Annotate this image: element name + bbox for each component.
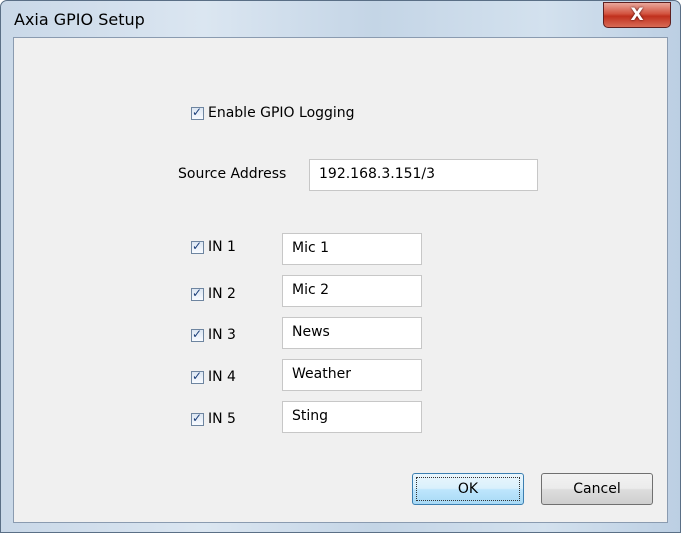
source-address-label: Source Address [178,166,287,182]
check-icon: ✓ [192,410,203,425]
dialog-window: Axia GPIO Setup X ✓ Enable GPIO Logging … [0,0,681,533]
title-bar[interactable]: Axia GPIO Setup X [1,1,680,37]
checkbox-box[interactable]: ✓ [191,368,204,384]
in1-name-input[interactable]: Mic 1 [282,233,422,265]
in4-label: IN 4 [208,369,236,385]
in4-name-input[interactable]: Weather [282,359,422,391]
in1-checkbox[interactable]: ✓ IN 1 [191,239,236,255]
in4-checkbox[interactable]: ✓ IN 4 [191,369,236,385]
check-icon: ✓ [192,238,203,253]
checkbox-box[interactable]: ✓ [191,326,204,342]
in2-label: IN 2 [208,286,236,302]
source-address-input[interactable]: 192.168.3.151/3 [309,159,538,191]
dialog-content: ✓ Enable GPIO Logging Source Address 192… [13,37,668,523]
in5-label: IN 5 [208,411,236,427]
in2-name-input[interactable]: Mic 2 [282,275,422,307]
check-icon: ✓ [192,326,203,341]
in5-checkbox[interactable]: ✓ IN 5 [191,411,236,427]
check-icon: ✓ [192,104,203,119]
in2-checkbox[interactable]: ✓ IN 2 [191,286,236,302]
in3-checkbox[interactable]: ✓ IN 3 [191,327,236,343]
in1-label: IN 1 [208,239,236,255]
ok-button[interactable]: OK [412,473,524,505]
cancel-button[interactable]: Cancel [541,473,653,505]
window-title: Axia GPIO Setup [14,10,145,29]
cancel-button-label: Cancel [573,481,621,497]
close-icon: X [630,5,644,25]
checkbox-box[interactable]: ✓ [191,410,204,426]
checkbox-box[interactable]: ✓ [191,238,204,254]
in3-label: IN 3 [208,327,236,343]
enable-logging-checkbox[interactable]: ✓ Enable GPIO Logging [191,105,355,121]
close-button[interactable]: X [603,2,671,28]
in3-name-input[interactable]: News [282,317,422,349]
enable-logging-label: Enable GPIO Logging [208,105,355,121]
checkbox-box[interactable]: ✓ [191,285,204,301]
check-icon: ✓ [192,368,203,383]
focus-rect [416,477,520,501]
in5-name-input[interactable]: Sting [282,401,422,433]
checkbox-box[interactable]: ✓ [191,104,204,120]
check-icon: ✓ [192,285,203,300]
